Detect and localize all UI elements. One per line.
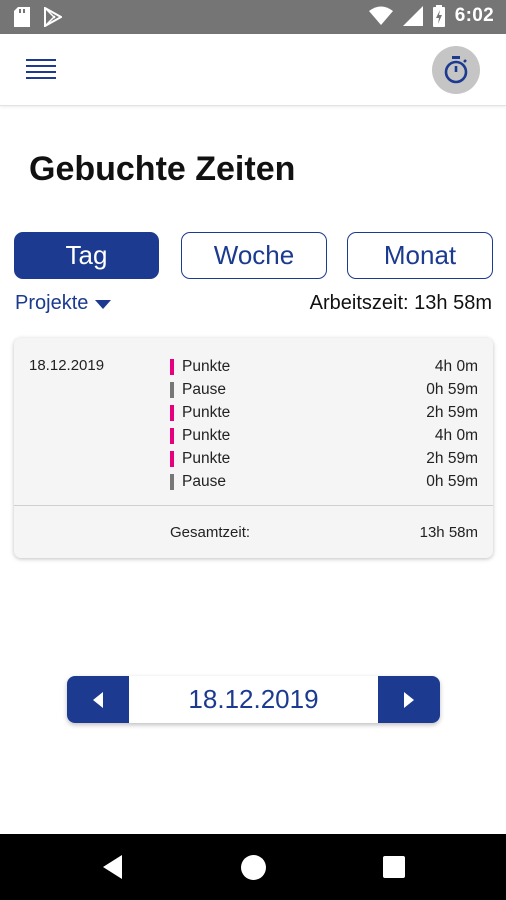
previous-day-button[interactable] xyxy=(67,676,129,723)
day-card[interactable]: 18.12.2019 Punkte 4h 0m Pause 0h 59m Pun… xyxy=(14,338,493,558)
entry-color-bar xyxy=(170,404,174,421)
wifi-icon xyxy=(368,6,393,25)
entry-duration: 4h 0m xyxy=(434,357,478,375)
system-nav-bar xyxy=(0,834,506,900)
total-value: 13h 58m xyxy=(419,524,478,541)
current-date[interactable]: 18.12.2019 xyxy=(129,676,378,723)
entry-label: Pause xyxy=(182,472,226,490)
status-bar-right: 6:02 xyxy=(368,5,494,27)
entry-duration: 4h 0m xyxy=(434,426,478,444)
entry-label: Punkte xyxy=(182,426,231,444)
entry-color-bar xyxy=(170,358,174,375)
stopwatch-button[interactable] xyxy=(432,46,480,94)
caret-down-icon xyxy=(95,300,112,309)
time-entry: Pause 0h 59m xyxy=(170,470,478,493)
date-navigator: 18.12.2019 xyxy=(67,676,440,723)
battery-charging-icon xyxy=(432,5,445,27)
entry-duration: 0h 59m xyxy=(426,472,478,490)
home-icon[interactable] xyxy=(241,855,266,880)
projects-dropdown[interactable]: Projekte xyxy=(15,292,112,315)
play-store-icon xyxy=(44,7,62,27)
arrow-right-icon xyxy=(404,691,414,708)
sd-card-icon xyxy=(14,7,30,27)
tab-tag[interactable]: Tag xyxy=(14,232,159,279)
next-day-button[interactable] xyxy=(378,676,440,723)
entry-list: Punkte 4h 0m Pause 0h 59m Punkte 2h 59m … xyxy=(170,355,478,493)
time-entry: Punkte 2h 59m xyxy=(170,401,478,424)
time-entry: Punkte 2h 59m xyxy=(170,447,478,470)
entry-color-bar xyxy=(170,450,174,467)
stopwatch-icon xyxy=(444,56,468,84)
entry-label: Punkte xyxy=(182,403,231,421)
menu-line xyxy=(26,77,56,79)
time-entry: Pause 0h 59m xyxy=(170,378,478,401)
card-date: 18.12.2019 xyxy=(29,357,105,374)
entry-label: Punkte xyxy=(182,357,231,375)
recent-apps-icon[interactable] xyxy=(383,856,405,878)
status-time: 6:02 xyxy=(454,5,494,26)
menu-icon[interactable] xyxy=(26,59,56,81)
status-bar: 6:02 xyxy=(0,0,506,34)
entry-color-bar xyxy=(170,381,174,398)
arrow-left-icon xyxy=(93,691,103,708)
entry-duration: 2h 59m xyxy=(426,403,478,421)
entry-color-bar xyxy=(170,427,174,444)
total-label: Gesamtzeit: xyxy=(170,524,251,541)
entry-duration: 2h 59m xyxy=(426,449,478,467)
entry-label: Punkte xyxy=(182,449,231,467)
menu-line xyxy=(26,59,56,61)
work-time-summary: Arbeitszeit: 13h 58m xyxy=(309,292,492,314)
card-divider xyxy=(14,505,493,506)
page-title: Gebuchte Zeiten xyxy=(29,150,296,188)
menu-line xyxy=(26,65,56,67)
status-bar-left xyxy=(14,7,62,27)
projects-label: Projekte xyxy=(15,292,89,314)
signal-icon xyxy=(402,6,423,26)
app-bar xyxy=(0,34,506,106)
menu-line xyxy=(26,71,56,73)
tab-woche[interactable]: Woche xyxy=(181,232,327,279)
back-icon[interactable] xyxy=(103,855,122,879)
time-entry: Punkte 4h 0m xyxy=(170,355,478,378)
entry-color-bar xyxy=(170,473,174,490)
time-entry: Punkte 4h 0m xyxy=(170,424,478,447)
entry-label: Pause xyxy=(182,380,226,398)
tab-monat[interactable]: Monat xyxy=(347,232,493,279)
entry-duration: 0h 59m xyxy=(426,380,478,398)
